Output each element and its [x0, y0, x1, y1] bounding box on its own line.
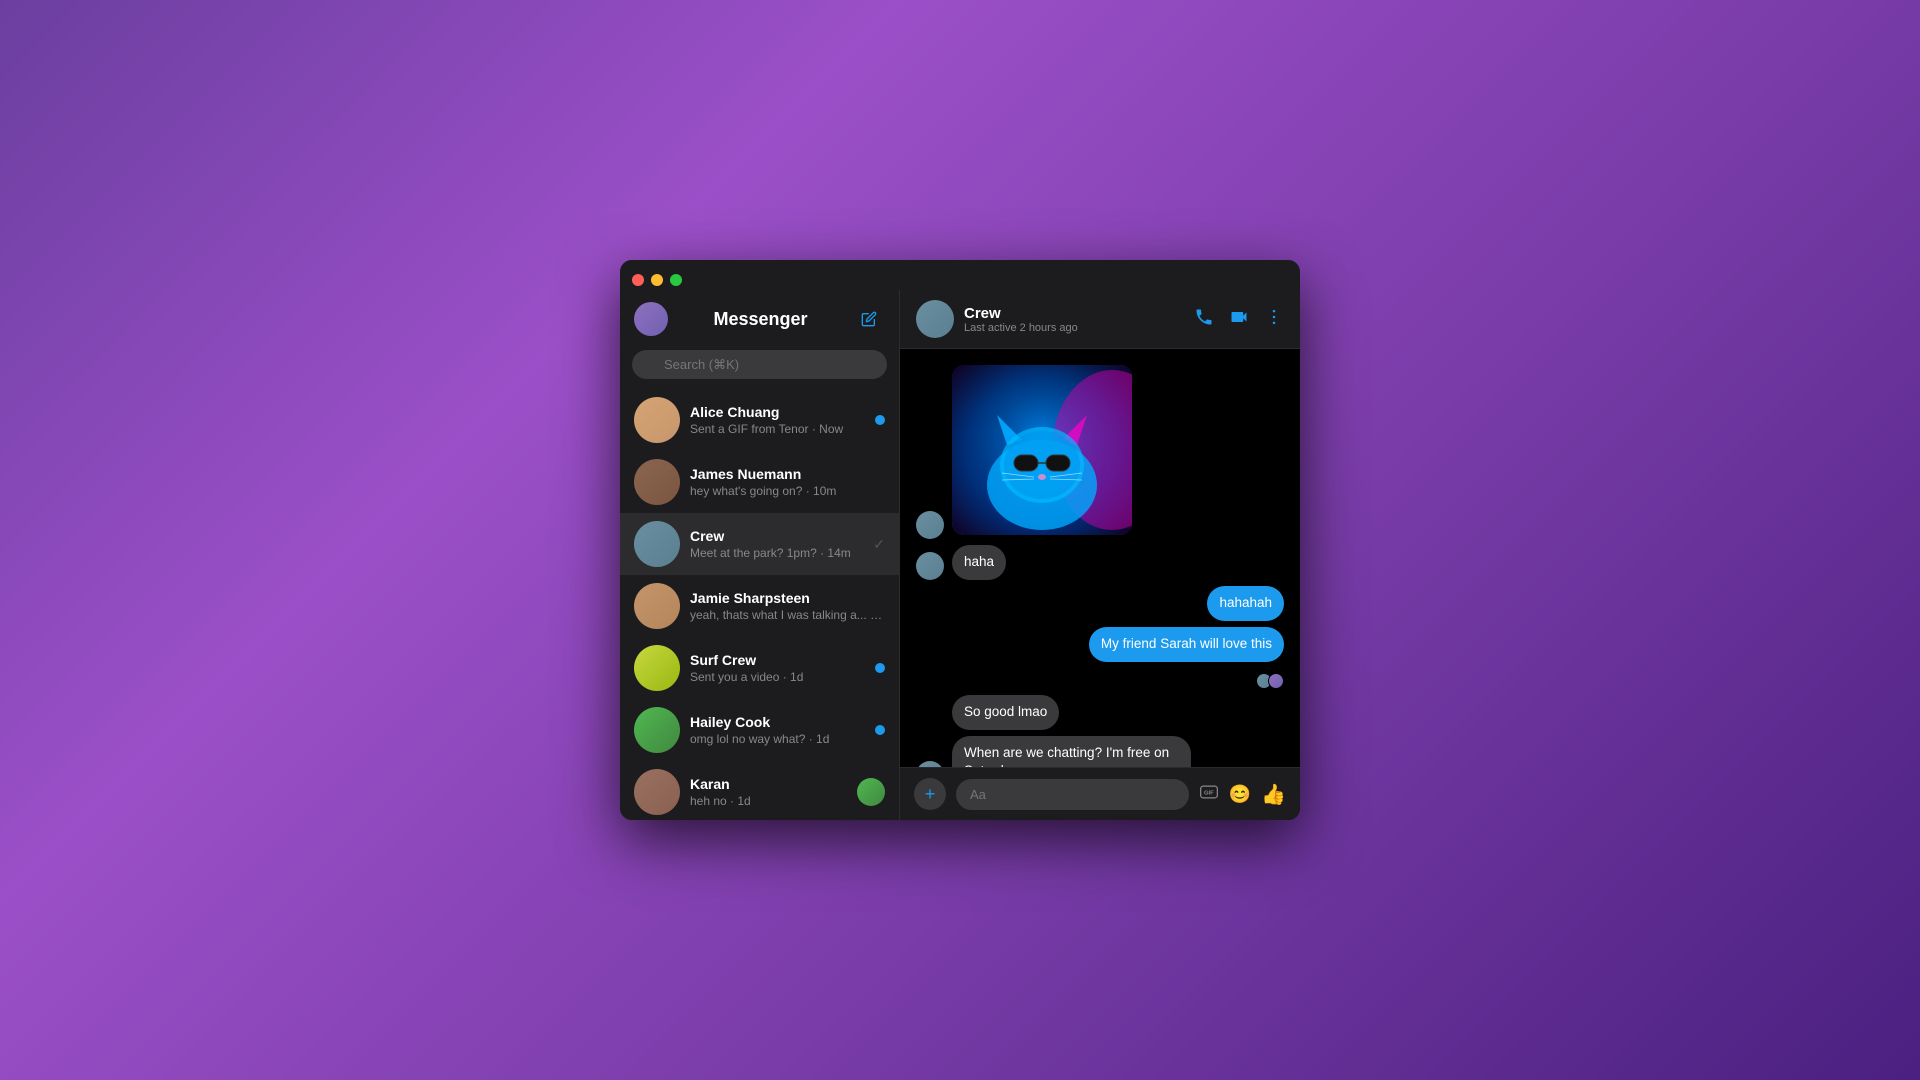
- conversation-info: James Nuemann hey what's going on? · 10m: [690, 466, 885, 498]
- unread-indicator: [875, 663, 885, 673]
- message-input[interactable]: [956, 779, 1189, 810]
- message-bubble: So good lmao: [952, 695, 1059, 730]
- search-container: 🔍: [620, 346, 899, 389]
- sidebar: Messenger 🔍: [620, 290, 900, 820]
- avatar: [634, 707, 680, 753]
- conversation-name: James Nuemann: [690, 466, 885, 482]
- svg-text:GIF: GIF: [1204, 790, 1214, 796]
- cat-image-message: [952, 365, 1132, 535]
- input-actions: GIF 😊 👍: [1199, 782, 1286, 807]
- messages-area: haha hahahah My friend Sarah will love t…: [900, 349, 1300, 767]
- chat-status: Last active 2 hours ago: [964, 322, 1184, 334]
- phone-button[interactable]: [1194, 307, 1214, 332]
- conversation-badge: [857, 778, 885, 806]
- minimize-button[interactable]: [651, 274, 663, 286]
- chat-panel: Crew Last active 2 hours ago: [900, 290, 1300, 820]
- unread-indicator: [875, 415, 885, 425]
- close-button[interactable]: [632, 274, 644, 286]
- conversation-preview: heh no · 1d: [690, 794, 847, 808]
- chat-actions: [1194, 307, 1284, 332]
- list-item[interactable]: Hailey Cook omg lol no way what? · 1d: [620, 699, 899, 761]
- message-row: When are we chatting? I'm free on Saturd…: [916, 736, 1284, 767]
- avatar: [634, 645, 680, 691]
- conversation-info: Surf Crew Sent you a video · 1d: [690, 652, 865, 684]
- sidebar-header: Messenger: [620, 290, 899, 346]
- thumbs-up-button[interactable]: 👍: [1261, 782, 1286, 807]
- list-item[interactable]: Crew Meet at the park? 1pm? · 14m ✓: [620, 513, 899, 575]
- chat-header: Crew Last active 2 hours ago: [900, 290, 1300, 349]
- list-item[interactable]: Alice Chuang Sent a GIF from Tenor · Now: [620, 389, 899, 451]
- app-window: Messenger 🔍: [620, 260, 1300, 820]
- traffic-lights: [632, 274, 682, 286]
- conversation-preview: Meet at the park? 1pm? · 14m: [690, 546, 863, 560]
- avatar: [634, 583, 680, 629]
- message-row: So good lmao: [916, 695, 1284, 730]
- emoji-button[interactable]: 😊: [1229, 784, 1251, 805]
- conversation-name: Karan: [690, 776, 847, 792]
- avatar: [634, 769, 680, 815]
- read-indicator: ✓: [873, 536, 885, 553]
- message-avatar: [916, 552, 944, 580]
- message-row: [916, 365, 1284, 539]
- conversation-info: Karan heh no · 1d: [690, 776, 847, 808]
- conversation-preview: yeah, thats what I was talking a... · 4h: [690, 608, 885, 622]
- message-bubble: hahahah: [1207, 586, 1284, 621]
- sidebar-title: Messenger: [678, 309, 843, 330]
- unread-indicator: [875, 725, 885, 735]
- video-button[interactable]: [1228, 307, 1250, 332]
- avatar: [634, 521, 680, 567]
- more-options-button[interactable]: [1264, 307, 1284, 332]
- reactions: [1256, 673, 1284, 689]
- message-avatar: [916, 511, 944, 539]
- list-item[interactable]: Surf Crew Sent you a video · 1d: [620, 637, 899, 699]
- conversation-name: Hailey Cook: [690, 714, 865, 730]
- conversation-list: Alice Chuang Sent a GIF from Tenor · Now…: [620, 389, 899, 820]
- chat-name: Crew: [964, 305, 1184, 322]
- conversation-info: Hailey Cook omg lol no way what? · 1d: [690, 714, 865, 746]
- gif-button[interactable]: GIF: [1199, 782, 1219, 807]
- reaction-avatar: [1268, 673, 1284, 689]
- conversation-name: Crew: [690, 528, 863, 544]
- conversation-preview: Sent a GIF from Tenor · Now: [690, 422, 865, 436]
- conversation-info: Jamie Sharpsteen yeah, thats what I was …: [690, 590, 885, 622]
- list-item[interactable]: James Nuemann hey what's going on? · 10m: [620, 451, 899, 513]
- chat-info: Crew Last active 2 hours ago: [964, 305, 1184, 334]
- conversation-preview: hey what's going on? · 10m: [690, 484, 885, 498]
- add-attachment-button[interactable]: +: [914, 778, 946, 810]
- conversation-preview: Sent you a video · 1d: [690, 670, 865, 684]
- message-bubble: My friend Sarah will love this: [1089, 627, 1284, 662]
- title-bar: [620, 260, 1300, 290]
- chat-avatar: [916, 300, 954, 338]
- conversation-preview: omg lol no way what? · 1d: [690, 732, 865, 746]
- message-row: hahahah: [916, 586, 1284, 621]
- maximize-button[interactable]: [670, 274, 682, 286]
- avatar: [634, 459, 680, 505]
- conversation-name: Alice Chuang: [690, 404, 865, 420]
- message-bubble: haha: [952, 545, 1006, 580]
- main-layout: Messenger 🔍: [620, 290, 1300, 820]
- input-bar: + GIF 😊 👍: [900, 767, 1300, 820]
- conversation-name: Jamie Sharpsteen: [690, 590, 885, 606]
- search-wrapper: 🔍: [632, 350, 887, 379]
- conversation-info: Alice Chuang Sent a GIF from Tenor · Now: [690, 404, 865, 436]
- search-input[interactable]: [632, 350, 887, 379]
- message-row: haha: [916, 545, 1284, 580]
- conversation-name: Surf Crew: [690, 652, 865, 668]
- user-avatar[interactable]: [634, 302, 668, 336]
- message-row: My friend Sarah will love this: [916, 627, 1284, 689]
- list-item[interactable]: Karan heh no · 1d: [620, 761, 899, 820]
- avatar: [634, 397, 680, 443]
- list-item[interactable]: Jamie Sharpsteen yeah, thats what I was …: [620, 575, 899, 637]
- compose-button[interactable]: [853, 303, 885, 335]
- message-bubble: When are we chatting? I'm free on Saturd…: [952, 736, 1191, 767]
- conversation-info: Crew Meet at the park? 1pm? · 14m: [690, 528, 863, 560]
